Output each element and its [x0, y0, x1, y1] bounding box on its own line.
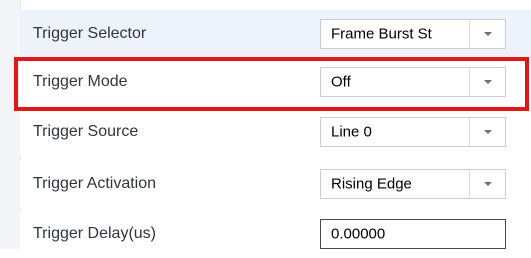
property-row-trigger-selector[interactable]: Trigger Selector Frame Burst St — [20, 10, 531, 58]
input-value: 0.00000 — [331, 225, 386, 243]
property-grid: Trigger Selector Frame Burst St Trigger … — [0, 0, 531, 258]
row-header-strip — [0, 0, 21, 249]
trigger-selector-dropdown[interactable]: Frame Burst St — [320, 19, 506, 49]
property-label: Trigger Mode — [33, 73, 128, 90]
dropdown-button[interactable] — [469, 118, 505, 146]
property-label: Trigger Delay(us) — [33, 225, 156, 242]
property-row-trigger-delay[interactable]: Trigger Delay(us) 0.00000 — [20, 210, 531, 258]
chevron-down-icon — [483, 182, 492, 186]
property-label: Trigger Activation — [33, 175, 157, 192]
dropdown-button[interactable] — [469, 20, 505, 48]
property-row-trigger-source[interactable]: Trigger Source Line 0 — [20, 108, 531, 156]
trigger-source-dropdown[interactable]: Line 0 — [320, 117, 506, 147]
chevron-down-icon — [483, 130, 492, 134]
dropdown-value: Off — [331, 73, 351, 91]
property-row-trigger-mode[interactable]: Trigger Mode Off — [20, 58, 531, 106]
dropdown-button[interactable] — [469, 68, 505, 96]
property-row-trigger-activation[interactable]: Trigger Activation Rising Edge — [20, 160, 531, 208]
property-label: Trigger Source — [33, 123, 139, 140]
chevron-down-icon — [483, 32, 492, 36]
trigger-delay-input[interactable]: 0.00000 — [320, 219, 506, 249]
trigger-activation-dropdown[interactable]: Rising Edge — [320, 169, 506, 199]
dropdown-value: Rising Edge — [331, 175, 412, 193]
trigger-mode-dropdown[interactable]: Off — [320, 67, 506, 97]
dropdown-value: Line 0 — [331, 123, 372, 141]
property-label: Trigger Selector — [33, 25, 147, 42]
chevron-down-icon — [483, 80, 492, 84]
dropdown-value: Frame Burst St — [331, 25, 432, 43]
dropdown-button[interactable] — [469, 170, 505, 198]
